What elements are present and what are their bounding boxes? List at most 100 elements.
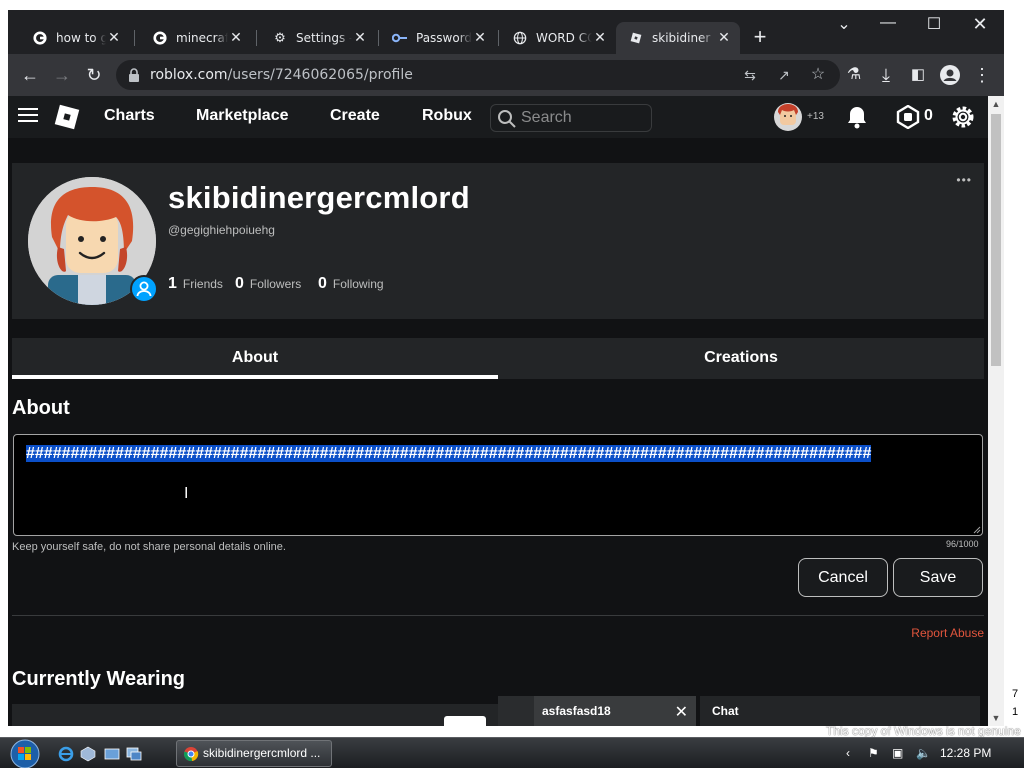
maximize-button[interactable]: ☐ <box>914 14 954 38</box>
nav-charts[interactable]: Charts <box>104 107 155 125</box>
key-icon <box>392 30 408 46</box>
translate-icon[interactable]: ⇆ <box>740 65 760 85</box>
profile-tabs: About Creations <box>12 338 984 379</box>
resize-handle-icon[interactable] <box>973 526 981 534</box>
wearing-toggle[interactable] <box>444 716 486 726</box>
save-button[interactable]: Save <box>893 558 983 597</box>
tab-search-icon[interactable]: ⌄ <box>824 14 864 38</box>
close-icon[interactable]: ✕ <box>472 30 488 46</box>
google-icon <box>152 30 168 46</box>
close-icon[interactable]: ✕ <box>592 30 608 46</box>
followers-stat[interactable]: 0 Followers <box>235 275 301 293</box>
volume-muted-icon[interactable]: 🔈 <box>916 746 931 760</box>
nav-robux[interactable]: Robux <box>422 107 472 125</box>
friends-stat[interactable]: 1 Friends <box>168 275 223 293</box>
tab-title: minecraft <box>176 31 228 45</box>
cube-app-icon[interactable] <box>80 746 96 762</box>
chat-conversation-tab[interactable]: asfasfasd18 ✕ <box>534 696 696 726</box>
build-number: 7 <box>1012 688 1019 700</box>
robux-icon[interactable] <box>896 104 920 130</box>
robux-balance: 0 <box>924 107 933 124</box>
show-desktop-icon[interactable] <box>104 746 120 762</box>
chat-dock-spacer <box>498 696 534 726</box>
labs-flask-icon[interactable]: ⚗ <box>842 63 866 87</box>
side-panel-icon[interactable]: ◧ <box>906 63 930 87</box>
browser-tab[interactable]: how to get ✕ <box>20 22 130 54</box>
display-name: skibidinergercmlord <box>168 180 470 215</box>
roblox-logo-icon[interactable] <box>52 102 82 132</box>
tab-title: WORD CO <box>536 31 592 45</box>
cancel-button[interactable]: Cancel <box>798 558 888 597</box>
start-button[interactable] <box>6 738 44 768</box>
scroll-thumb[interactable] <box>991 114 1001 366</box>
close-icon[interactable]: ✕ <box>106 30 122 46</box>
build-number: 1 <box>1012 706 1019 718</box>
tab-creations[interactable]: Creations <box>498 338 984 379</box>
browser-tab[interactable]: WORD CO ✕ <box>500 22 616 54</box>
show-hidden-icons[interactable]: ‹ <box>846 746 850 760</box>
notifications-bell-icon[interactable] <box>846 105 868 129</box>
online-status-icon <box>130 275 158 303</box>
tab-about[interactable]: About <box>12 338 498 379</box>
hamburger-menu-icon[interactable] <box>18 108 38 124</box>
address-bar[interactable]: roblox.com/users/7246062065/profile ⇆ ↗ … <box>116 60 840 90</box>
more-options-icon[interactable]: ••• <box>956 173 972 187</box>
friend-count-badge: +13 <box>807 111 824 122</box>
nav-marketplace[interactable]: Marketplace <box>196 107 289 125</box>
wearing-panel <box>12 704 502 726</box>
about-textarea[interactable]: ########################################… <box>13 434 983 536</box>
browser-tab[interactable]: Password ✕ <box>380 22 496 54</box>
search-input[interactable] <box>521 109 641 127</box>
chrome-menu-icon[interactable]: ⋮ <box>970 63 994 87</box>
bookmark-star-icon[interactable]: ☆ <box>808 65 828 85</box>
browser-tab-active[interactable]: skibidiner ✕ <box>616 22 740 54</box>
search-icon <box>498 110 516 128</box>
search-box[interactable] <box>490 104 652 132</box>
page-scrollbar[interactable]: ▲ ▼ <box>988 96 1004 726</box>
report-abuse-link[interactable]: Report Abuse <box>911 626 984 640</box>
reload-icon[interactable]: ↻ <box>82 63 106 87</box>
action-center-flag-icon[interactable]: ⚑ <box>868 746 879 760</box>
profile-header-card: skibidinergercmlord @gegighiehpoiuehg 1F… <box>12 163 984 319</box>
close-icon[interactable]: ✕ <box>716 30 732 46</box>
globe-icon <box>512 30 528 46</box>
username: @gegighiehpoiuehg <box>168 223 275 237</box>
taskbar-chrome-window[interactable]: skibidinergercmlord ... <box>176 740 332 767</box>
download-icon[interactable]: ⤓ <box>874 63 898 87</box>
forward-icon[interactable]: → <box>50 63 74 87</box>
back-icon[interactable]: ← <box>18 63 42 87</box>
character-counter: 96/1000 <box>946 539 979 549</box>
minimize-button[interactable]: — <box>868 14 908 38</box>
switch-windows-icon[interactable] <box>126 746 142 762</box>
close-window-button[interactable]: ✕ <box>960 14 1000 38</box>
browser-window: how to get ✕ minecraft ✕ ⚙ Settings – ✕ … <box>8 10 1004 726</box>
safety-note: Keep yourself safe, do not share persona… <box>12 541 286 553</box>
chat-panel-header[interactable]: Chat <box>700 696 980 726</box>
friend-avatar[interactable] <box>774 103 802 131</box>
scroll-up-icon[interactable]: ▲ <box>988 96 1004 112</box>
internet-explorer-icon[interactable] <box>58 746 74 762</box>
new-tab-button[interactable]: + <box>748 26 772 50</box>
gear-icon: ⚙ <box>274 30 286 46</box>
tab-title: how to get <box>56 31 106 45</box>
tab-title: Password <box>416 31 472 45</box>
close-icon[interactable]: ✕ <box>352 30 368 46</box>
share-icon[interactable]: ↗ <box>774 65 794 85</box>
close-icon[interactable]: ✕ <box>675 702 688 722</box>
close-icon[interactable]: ✕ <box>228 30 244 46</box>
google-icon <box>32 30 48 46</box>
page-viewport: Charts Marketplace Create Robux +13 <box>8 96 1004 726</box>
browser-tab[interactable]: minecraft ✕ <box>140 22 252 54</box>
settings-gear-icon[interactable] <box>950 104 976 130</box>
profile-icon[interactable] <box>938 63 962 87</box>
about-text-selected: ########################################… <box>26 445 872 462</box>
currently-wearing-heading: Currently Wearing <box>12 668 185 690</box>
windows-watermark: This copy of Windows is not genuine <box>826 724 1021 738</box>
chat-title: Chat <box>712 704 739 718</box>
nav-create[interactable]: Create <box>330 107 380 125</box>
about-heading: About <box>12 397 70 419</box>
network-icon[interactable]: ▣ <box>892 746 903 760</box>
browser-tab[interactable]: ⚙ Settings – ✕ <box>260 22 376 54</box>
following-stat[interactable]: 0 Following <box>318 275 384 293</box>
tab-title: Settings – <box>296 31 352 45</box>
